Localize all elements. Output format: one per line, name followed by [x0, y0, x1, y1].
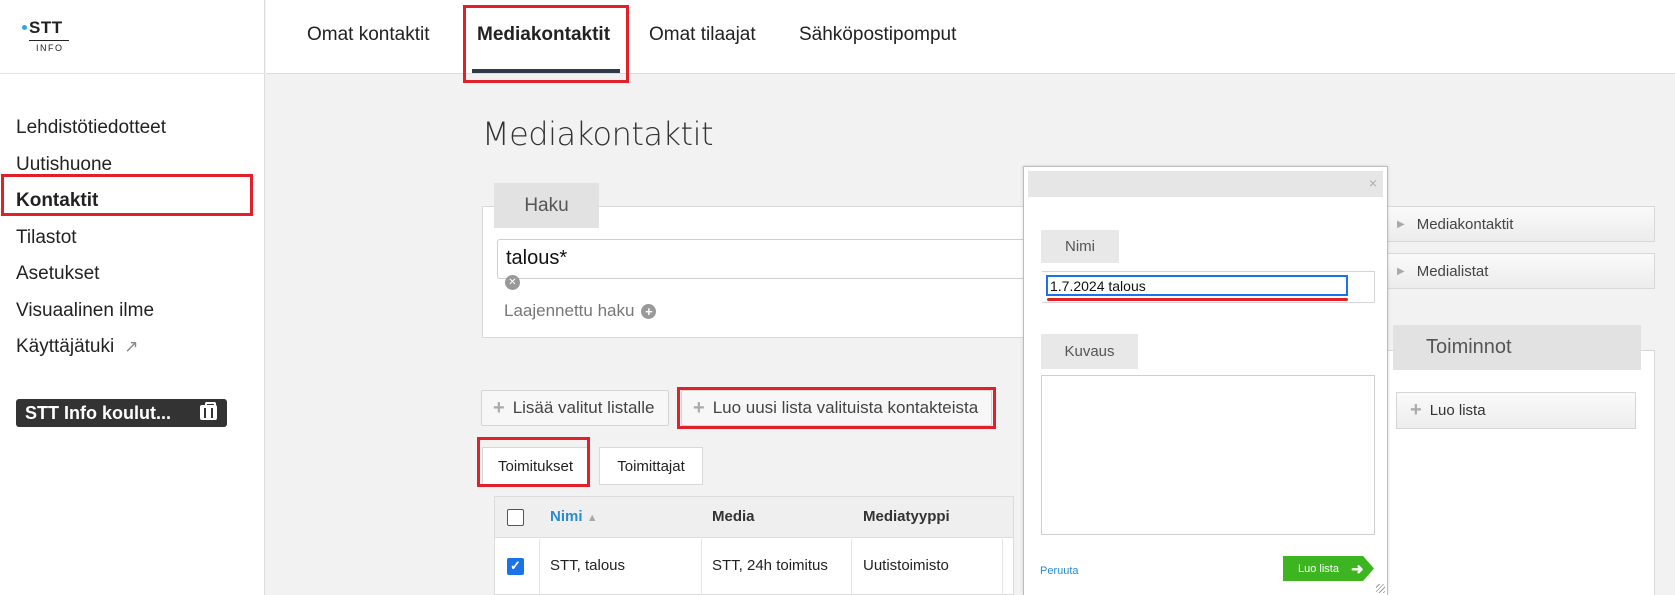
- name-input[interactable]: 1.7.2024 talous: [1046, 275, 1348, 296]
- caret-right-icon: ▶: [1397, 218, 1405, 230]
- sidebar-item-label: Uutishuone: [16, 153, 113, 175]
- sidebar-item-label: Käyttäjätuki: [16, 336, 115, 358]
- search-input[interactable]: talous*: [497, 239, 1042, 279]
- select-all-checkbox[interactable]: [507, 509, 524, 526]
- accordion-label: Medialistat: [1416, 262, 1489, 280]
- subtab-toimitukset[interactable]: Toimitukset: [482, 447, 589, 485]
- sidebar-nav: Lehdistötiedotteet Uutishuone Kontaktit …: [16, 110, 166, 366]
- cell-nimi: STT, talous: [550, 557, 626, 574]
- description-label: Kuvaus: [1041, 334, 1138, 369]
- create-list-dialog: × Nimi 1.7.2024 talous Kuvaus Peruuta Lu…: [1023, 166, 1388, 595]
- cell-media: STT, 24h toimitus: [712, 557, 828, 574]
- sidebar-item-kontaktit[interactable]: Kontaktit: [16, 183, 166, 220]
- arrow-right-icon: ➜: [1350, 560, 1364, 578]
- sidebar: STT INFO Lehdistötiedotteet Uutishuone K…: [0, 0, 265, 595]
- active-tab-indicator: [472, 69, 620, 73]
- cancel-link[interactable]: Peruuta: [1040, 565, 1079, 577]
- column-header-media[interactable]: Media: [712, 508, 755, 525]
- briefcase-icon: [200, 402, 217, 420]
- clear-search-icon[interactable]: ✕: [505, 275, 520, 290]
- button-label: Lisää valitut listalle: [512, 398, 655, 417]
- top-nav: Omat kontaktit Mediakontaktit Omat tilaa…: [266, 0, 1675, 74]
- accordion-label: Mediakontaktit: [1416, 215, 1514, 233]
- logo-dot-icon: [22, 25, 27, 30]
- sidebar-item-label: Visuaalinen ilme: [16, 299, 155, 321]
- sidebar-item-asetukset[interactable]: Asetukset: [16, 256, 166, 293]
- cell-mediatyyppi: Uutistoimisto: [863, 557, 949, 574]
- advanced-search-label: Laajennettu haku: [504, 301, 635, 320]
- close-icon[interactable]: ×: [1369, 175, 1377, 191]
- logo-sub: INFO: [36, 43, 64, 53]
- create-list-from-selected-button[interactable]: + Luo uusi lista valituista kontakteista: [681, 390, 992, 426]
- sidebar-item-label: Asetukset: [16, 263, 100, 285]
- tab-sahkopostipomput[interactable]: Sähköpostipomput: [799, 24, 956, 46]
- row-checkbox[interactable]: ✓: [507, 558, 524, 575]
- add-selected-to-list-button[interactable]: + Lisää valitut listalle: [481, 390, 669, 426]
- sidebar-item-lehdistotiedotteet[interactable]: Lehdistötiedotteet: [16, 110, 166, 147]
- create-list-button[interactable]: + Luo lista: [1396, 392, 1636, 429]
- plus-icon: +: [1410, 399, 1422, 421]
- tab-mediakontaktit[interactable]: Mediakontaktit: [477, 24, 610, 46]
- description-textarea[interactable]: [1041, 375, 1375, 535]
- submit-create-list-button[interactable]: Luo lista ➜: [1283, 556, 1374, 581]
- sidebar-item-tilastot[interactable]: Tilastot: [16, 220, 166, 257]
- button-label: Luo lista: [1429, 402, 1486, 419]
- stt-info-logo[interactable]: STT INFO: [22, 18, 74, 53]
- plus-circle-icon: +: [641, 303, 657, 319]
- header-label: Nimi: [550, 508, 583, 525]
- name-label: Nimi: [1041, 230, 1119, 263]
- sidebar-item-label: Lehdistötiedotteet: [16, 117, 167, 139]
- external-link-icon: ↗: [124, 337, 139, 357]
- advanced-search-link[interactable]: Laajennettu haku +: [504, 301, 657, 321]
- search-tab: Haku: [494, 183, 599, 228]
- training-badge[interactable]: STT Info koulut...: [16, 399, 227, 427]
- sort-asc-icon: ▲: [586, 512, 598, 524]
- accordion-medialistat[interactable]: ▶ Medialistat: [1387, 253, 1655, 289]
- button-label: Luo uusi lista valituista kontakteista: [712, 398, 979, 417]
- button-label: Luo lista: [1298, 562, 1339, 575]
- sidebar-item-label: Tilastot: [16, 226, 77, 248]
- caret-right-icon: ▶: [1397, 265, 1405, 277]
- column-header-mediatyyppi[interactable]: Mediatyyppi: [863, 508, 950, 525]
- sidebar-item-visuaalinen-ilme[interactable]: Visuaalinen ilme: [16, 293, 166, 330]
- plus-icon: +: [493, 396, 505, 419]
- contacts-table: Nimi ▲ Media Mediatyyppi ✓ STT, talous S…: [494, 496, 1014, 595]
- logo-name: STT: [29, 18, 63, 37]
- training-badge-label: STT Info koulut...: [25, 402, 171, 423]
- table-header: Nimi ▲ Media Mediatyyppi: [495, 497, 1013, 538]
- accordion-mediakontaktit[interactable]: ▶ Mediakontaktit: [1387, 206, 1655, 242]
- sidebar-item-label: Kontaktit: [16, 190, 99, 212]
- tab-omat-tilaajat[interactable]: Omat tilaajat: [649, 24, 756, 46]
- subtab-toimittajat[interactable]: Toimittajat: [599, 447, 703, 485]
- column-header-nimi[interactable]: Nimi ▲: [550, 508, 598, 525]
- dialog-titlebar: ×: [1028, 171, 1383, 197]
- dialog-resize-grip-icon[interactable]: [1376, 584, 1385, 593]
- toiminnot-title: Toiminnot: [1393, 325, 1641, 370]
- sidebar-item-kayttajatuki[interactable]: Käyttäjätuki ↗: [16, 329, 166, 366]
- page-title: Mediakontaktit: [482, 115, 714, 153]
- toiminnot-panel: [1387, 350, 1655, 595]
- highlight-name-input: [1047, 298, 1348, 301]
- sidebar-item-uutishuone[interactable]: Uutishuone: [16, 147, 166, 184]
- tab-omat-kontaktit[interactable]: Omat kontaktit: [307, 24, 430, 46]
- plus-icon: +: [693, 396, 705, 419]
